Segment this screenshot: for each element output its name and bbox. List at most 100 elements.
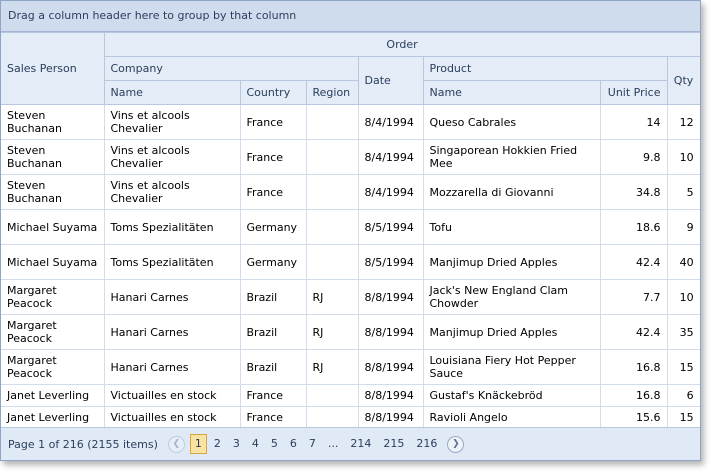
table-row[interactable]: Michael Suyama Toms Spezialitäten Germany 8…: [1, 209, 700, 245]
cell-company: Hanari Carnes: [103, 279, 241, 315]
pager-info: Page 1 of 216 (2155 items): [8, 437, 158, 451]
table-row[interactable]: Janet Leverling Victuailles en stock Franc…: [1, 406, 700, 429]
cell-country: France: [239, 104, 307, 140]
cell-product: Mozzarella di Giovanni: [422, 174, 601, 210]
cell-company: Hanari Carnes: [103, 349, 241, 385]
cell-country: France: [239, 406, 307, 429]
cell-qty: 35: [666, 314, 700, 350]
cell-product: Jack's New England Clam Chowder: [422, 279, 601, 315]
cell-product: Singaporean Hokkien Fried Mee: [422, 139, 601, 175]
table-row[interactable]: Steven Buchanan Vins et alcools Chevalier…: [1, 174, 700, 210]
header-date[interactable]: Date: [357, 56, 424, 105]
table-row[interactable]: Steven Buchanan Vins et alcools Chevalier…: [1, 139, 700, 175]
cell-region: [305, 174, 359, 210]
cell-sales: Michael Suyama: [1, 244, 105, 280]
page-button[interactable]: 5: [266, 434, 283, 454]
table-row[interactable]: Margaret Peacock Hanari Carnes Brazil RJ 8/8…: [1, 349, 700, 385]
cell-country: France: [239, 139, 307, 175]
data-grid: Drag a column header here to group by th…: [0, 0, 701, 461]
prev-page-icon[interactable]: ❮: [167, 435, 185, 453]
cell-price: 9.8: [599, 139, 668, 175]
header-unit-price[interactable]: Unit Price: [599, 80, 668, 105]
cell-region: [305, 139, 359, 175]
cell-company: Vins et alcools Chevalier: [103, 104, 241, 140]
group-panel[interactable]: Drag a column header here to group by th…: [1, 1, 700, 32]
page-button[interactable]: 6: [285, 434, 302, 454]
header-company-name[interactable]: Name: [104, 80, 241, 105]
cell-product: Queso Cabrales: [422, 104, 601, 140]
cell-sales: Margaret Peacock: [1, 279, 105, 315]
cell-product: Tofu: [422, 209, 601, 245]
cell-date: 8/4/1994: [357, 174, 424, 210]
cell-sales: Steven Buchanan: [1, 104, 105, 140]
cell-date: 8/4/1994: [357, 139, 424, 175]
cell-sales: Janet Leverling: [1, 384, 105, 407]
cell-product: Gustaf's Knäckebröd: [422, 384, 601, 407]
page-button[interactable]: 4: [247, 434, 264, 454]
cell-company: Vins et alcools Chevalier: [103, 174, 241, 210]
table-row[interactable]: Margaret Peacock Hanari Carnes Brazil RJ 8/8…: [1, 314, 700, 350]
cell-price: 16.8: [599, 384, 668, 407]
cell-country: Germany: [239, 209, 307, 245]
table-row[interactable]: Margaret Peacock Hanari Carnes Brazil RJ 8/8…: [1, 279, 700, 315]
cell-price: 15.6: [599, 406, 668, 429]
cell-region: RJ: [305, 279, 359, 315]
cell-company: Vins et alcools Chevalier: [103, 139, 241, 175]
cell-sales: Janet Leverling: [1, 406, 105, 429]
cell-company: Toms Spezialitäten: [103, 244, 241, 280]
cell-price: 14: [599, 104, 668, 140]
table-row[interactable]: Steven Buchanan Vins et alcools Chevalier…: [1, 104, 700, 140]
page-button[interactable]: 214: [345, 434, 376, 454]
cell-region: RJ: [305, 314, 359, 350]
cell-company: Victuailles en stock: [103, 384, 241, 407]
cell-country: Brazil: [239, 314, 307, 350]
cell-company: Victuailles en stock: [103, 406, 241, 429]
header-sales-person[interactable]: Sales Person: [1, 32, 105, 105]
cell-region: [305, 384, 359, 407]
header-qty[interactable]: Qty: [666, 56, 700, 105]
cell-country: France: [239, 174, 307, 210]
header-region[interactable]: Region: [305, 80, 359, 105]
cell-product: Manjimup Dried Apples: [422, 314, 601, 350]
cell-qty: 9: [666, 209, 700, 245]
cell-region: [305, 209, 359, 245]
page-button[interactable]: 3: [228, 434, 245, 454]
cell-sales: Steven Buchanan: [1, 174, 105, 210]
cell-qty: 10: [666, 139, 700, 175]
cell-qty: 10: [666, 279, 700, 315]
header-company[interactable]: Company: [104, 56, 359, 81]
cell-price: 42.4: [599, 244, 668, 280]
page-ellipsis[interactable]: ...: [323, 434, 344, 454]
header-order[interactable]: Order: [103, 32, 700, 57]
table-row[interactable]: Michael Suyama Toms Spezialitäten Germany 8…: [1, 244, 700, 280]
cell-qty: 6: [666, 384, 700, 407]
page-button[interactable]: 7: [304, 434, 321, 454]
cell-date: 8/5/1994: [357, 244, 424, 280]
cell-date: 8/8/1994: [357, 406, 424, 429]
header-country[interactable]: Country: [239, 80, 307, 105]
cell-price: 34.8: [599, 174, 668, 210]
cell-country: Brazil: [239, 349, 307, 385]
header-product-name[interactable]: Name: [422, 80, 601, 105]
cell-company: Toms Spezialitäten: [103, 209, 241, 245]
page-button[interactable]: 216: [411, 434, 442, 454]
grid-table: Sales Person Order Company Date Product …: [1, 32, 700, 429]
cell-date: 8/8/1994: [357, 349, 424, 385]
page-button[interactable]: 2: [209, 434, 226, 454]
cell-region: [305, 244, 359, 280]
cell-region: [305, 406, 359, 429]
page-button[interactable]: 215: [378, 434, 409, 454]
next-page-icon[interactable]: ❯: [447, 435, 465, 453]
page-button[interactable]: 1: [189, 434, 207, 454]
cell-product: Ravioli Angelo: [422, 406, 601, 429]
cell-qty: 15: [666, 349, 700, 385]
cell-price: 42.4: [599, 314, 668, 350]
cell-date: 8/8/1994: [357, 279, 424, 315]
table-row[interactable]: Janet Leverling Victuailles en stock Franc…: [1, 384, 700, 407]
cell-date: 8/5/1994: [357, 209, 424, 245]
cell-sales: Margaret Peacock: [1, 349, 105, 385]
cell-price: 7.7: [599, 279, 668, 315]
cell-country: Germany: [239, 244, 307, 280]
cell-company: Hanari Carnes: [103, 314, 241, 350]
header-product[interactable]: Product: [422, 56, 668, 81]
